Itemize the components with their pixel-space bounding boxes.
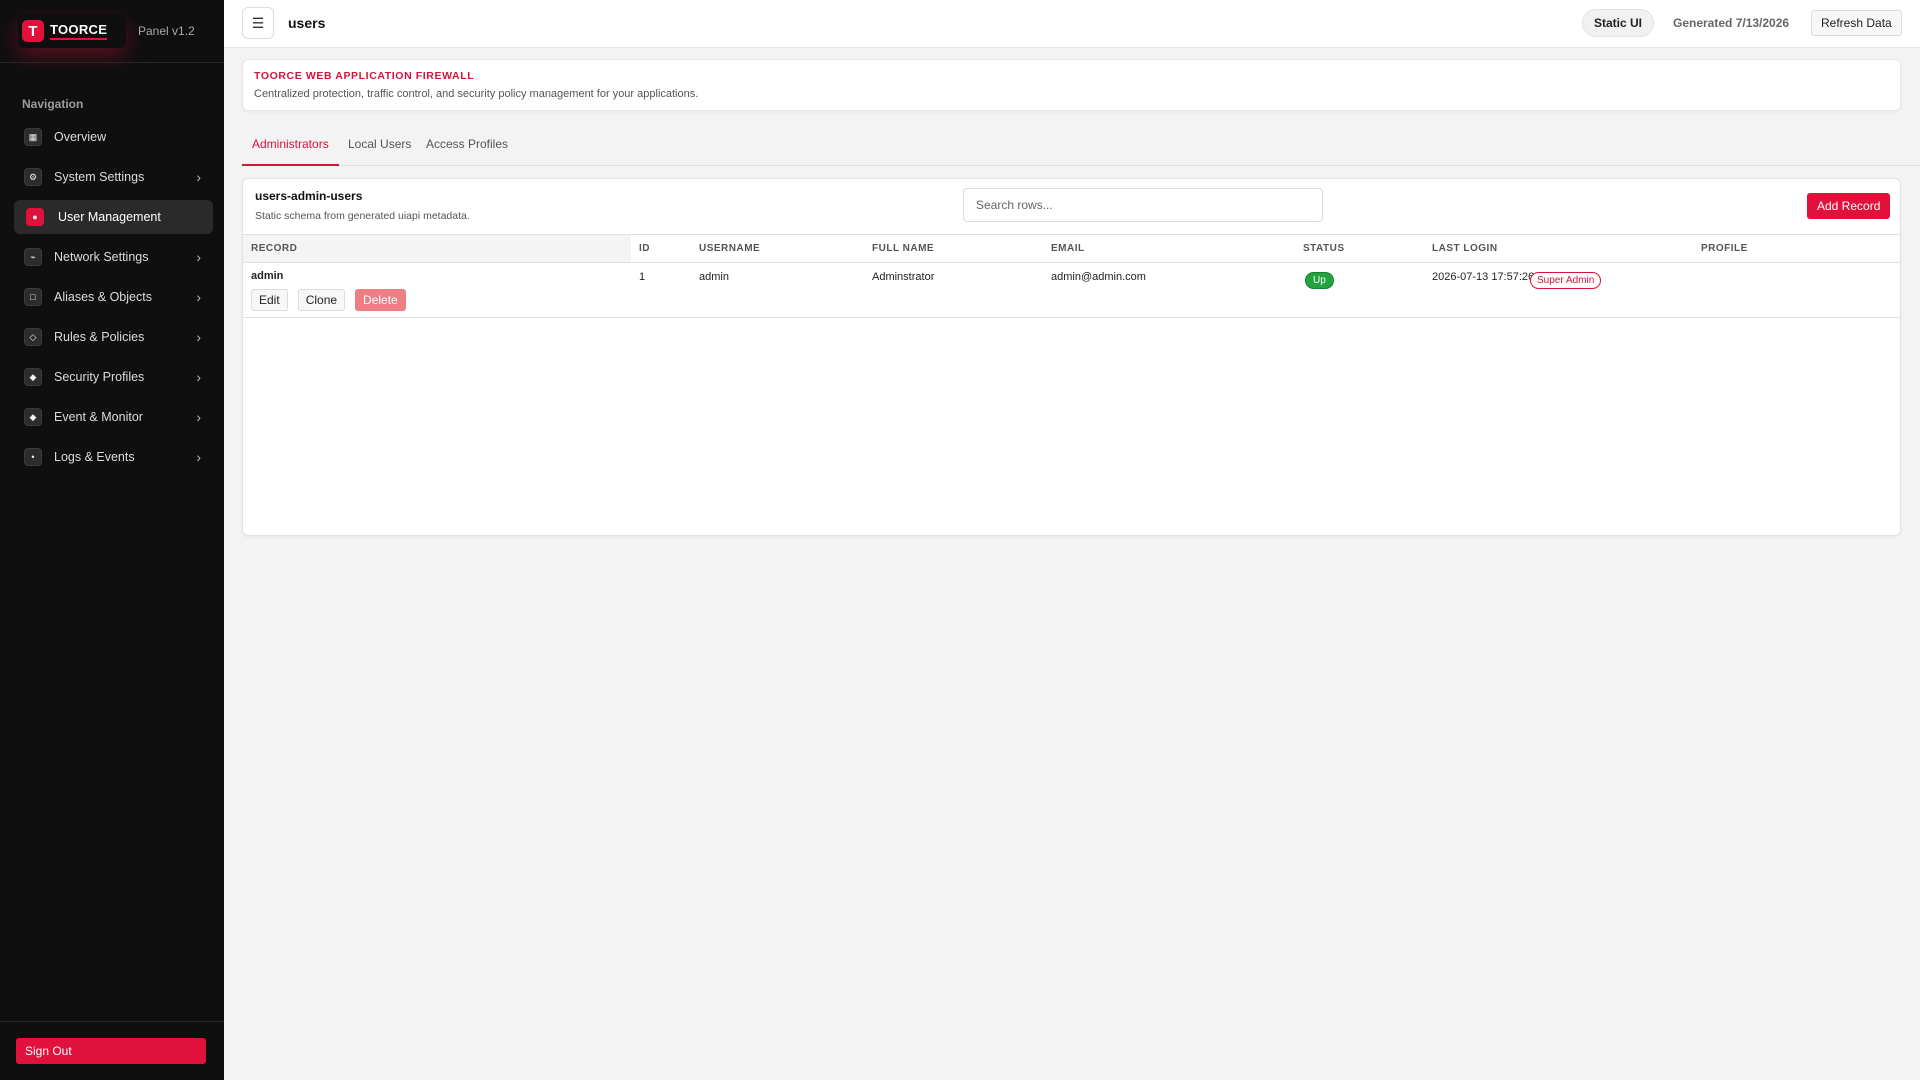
banner-title: TOORCE WEB APPLICATION FIREWALL [254,70,475,82]
sidebar-item-label: Overview [54,130,107,144]
chevron-right-icon: › [196,329,201,345]
chevron-right-icon: › [196,409,201,425]
brand-name: TOORCE [50,22,108,40]
sidebar-item-label: Event & Monitor [54,410,143,424]
table-subtitle: Static schema from generated uiapi metad… [255,210,470,222]
nav-list: ▦ Overview ⚙ System Settings › ● User Ma… [14,120,213,480]
tab-bar: Administrators Local Users Access Profil… [242,132,1920,166]
toorce-logo-icon: T [22,20,44,42]
square-icon: □ [24,288,42,306]
clone-button[interactable]: Clone [297,289,346,311]
chevron-right-icon: › [196,449,201,465]
sidebar-item-label: Network Settings [54,250,149,264]
sidebar-item-rules-policies[interactable]: ◇ Rules & Policies › [14,320,213,354]
grid-icon: ▦ [24,128,42,146]
sidebar-item-logs-events[interactable]: • Logs & Events › [14,440,213,474]
table-row[interactable]: admin Edit Clone Delete 1 admin Adminstr… [243,263,1900,318]
sidebar-item-label: Security Profiles [54,370,145,384]
cell-username: admin [699,271,729,283]
column-header-last-login[interactable]: LAST LOGIN [1432,235,1498,262]
add-record-button[interactable]: Add Record [1807,193,1891,219]
sidebar-item-label: User Management [58,210,161,224]
profile-badge: Super Admin [1530,272,1602,289]
chevron-right-icon: › [196,249,201,265]
row-actions: Edit Clone Delete [251,289,406,311]
menu-toggle-button[interactable]: ☰ [242,7,274,39]
table-title: users-admin-users [255,189,363,203]
sidebar: T TOORCE Panel v1.2 Navigation ▦ Overvie… [0,0,224,1080]
product-banner: TOORCE WEB APPLICATION FIREWALL Centrali… [242,59,1901,111]
chevron-right-icon: › [196,369,201,385]
search-input[interactable] [963,188,1323,222]
sidebar-item-security-profiles[interactable]: ◆ Security Profiles › [14,360,213,394]
refresh-data-button[interactable]: Refresh Data [1811,10,1902,36]
sidebar-item-network-settings[interactable]: ⌁ Network Settings › [14,240,213,274]
sidebar-item-overview[interactable]: ▦ Overview [14,120,213,154]
sidebar-divider [0,62,224,63]
column-header-status[interactable]: STATUS [1303,235,1345,262]
diamond-icon: ◆ [24,368,42,386]
sidebar-item-label: Rules & Policies [54,330,145,344]
status-badge: Up [1305,272,1334,289]
sidebar-item-user-management[interactable]: ● User Management [14,200,213,234]
record-name: admin [251,270,284,282]
cell-email: admin@admin.com [1051,271,1146,283]
gear-icon: ⚙ [24,168,42,186]
banner-description: Centralized protection, traffic control,… [254,88,699,100]
panel-version: Panel v1.2 [138,24,195,38]
cell-id: 1 [639,271,646,283]
sign-out-button[interactable]: Sign Out [16,1038,206,1064]
hamburger-icon: ☰ [251,14,265,31]
sidebar-item-label: Logs & Events [54,450,135,464]
table-header: RECORD ID USERNAME FULL NAME EMAIL STATU… [243,234,1900,263]
column-header-username[interactable]: USERNAME [699,235,760,262]
user-icon: ● [26,208,44,226]
dot-icon: • [24,448,42,466]
chevron-right-icon: › [196,169,201,185]
tab-access-profiles[interactable]: Access Profiles [416,132,518,166]
mode-pill: Static UI [1582,9,1655,37]
sidebar-item-system-settings[interactable]: ⚙ System Settings › [14,160,213,194]
tab-administrators[interactable]: Administrators [242,132,339,166]
sidebar-item-label: System Settings [54,170,145,184]
chevron-right-icon: › [196,289,201,305]
diamond-icon: ◆ [24,408,42,426]
column-header-id[interactable]: ID [639,235,650,262]
delete-button[interactable]: Delete [355,289,406,311]
sidebar-item-event-monitor[interactable]: ◆ Event & Monitor › [14,400,213,434]
sidebar-item-label: Aliases & Objects [54,290,152,304]
sidebar-item-aliases-objects[interactable]: □ Aliases & Objects › [14,280,213,314]
column-header-profile[interactable]: PROFILE [1701,235,1748,262]
tab-local-users[interactable]: Local Users [338,132,421,166]
generated-date: Generated 7/13/2026 [1673,16,1790,30]
diamond-outline-icon: ◇ [24,328,42,346]
cell-last-login: 2026-07-13 17:57:26 [1432,271,1535,283]
page-title: users [288,15,326,31]
column-header-record[interactable]: RECORD [243,235,631,262]
column-header-email[interactable]: EMAIL [1051,235,1085,262]
top-bar: ☰ users Static UI Generated 7/13/2026 Re… [224,0,1920,48]
nav-heading: Navigation [22,97,84,111]
cell-full-name: Adminstrator [872,271,935,283]
edit-button[interactable]: Edit [251,289,288,311]
records-card: users-admin-users Static schema from gen… [242,178,1901,536]
network-icon: ⌁ [24,248,42,266]
brand-logo[interactable]: T TOORCE [18,14,126,48]
sidebar-divider [0,1021,224,1022]
column-header-full-name[interactable]: FULL NAME [872,235,934,262]
